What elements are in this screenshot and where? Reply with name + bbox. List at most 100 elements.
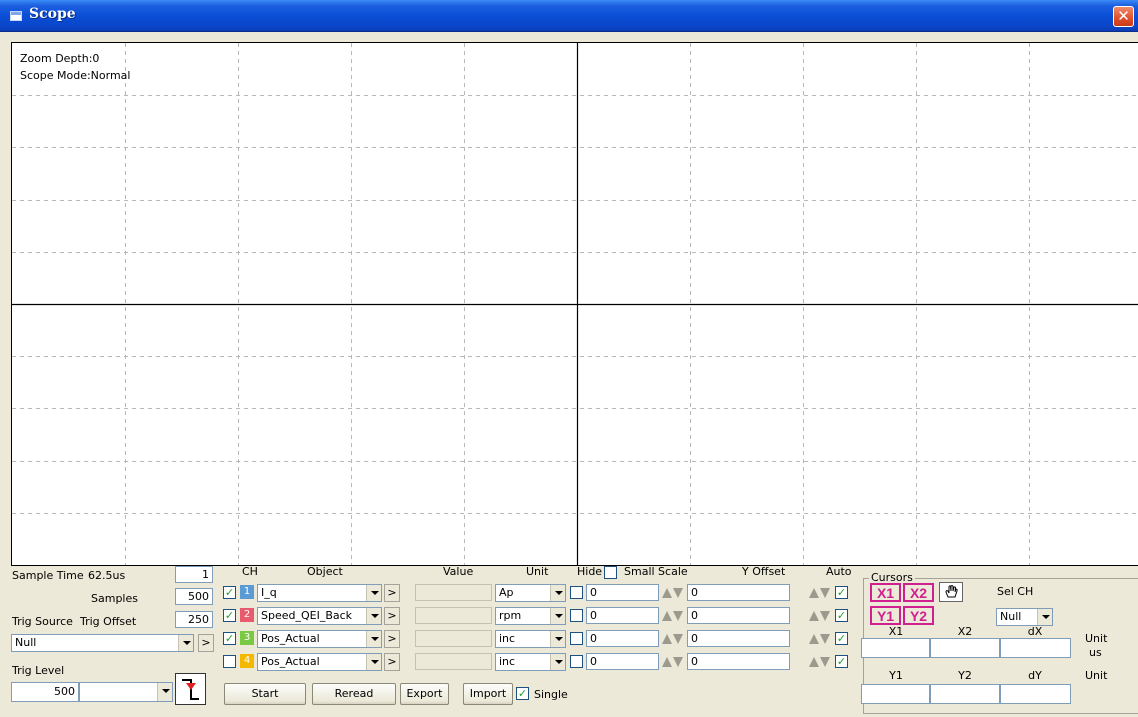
channel-hide-checkbox[interactable]	[570, 609, 583, 622]
channel-unit-select[interactable]: inc	[495, 653, 566, 671]
sample-time-divider-field[interactable]: 1	[175, 566, 213, 583]
chevron-down-icon[interactable]	[366, 608, 381, 624]
channel-unit-select[interactable]: rpm	[495, 607, 566, 625]
arrow-up-icon[interactable]	[809, 588, 819, 598]
single-checkbox[interactable]: ✓	[516, 687, 529, 700]
chevron-down-icon[interactable]	[366, 654, 381, 670]
trig-level-field[interactable]: 500	[11, 682, 79, 702]
start-button[interactable]: Start	[224, 683, 306, 705]
offset-spinner[interactable]	[808, 654, 832, 670]
scale-spinner[interactable]	[661, 654, 685, 670]
hide-header: Hide	[577, 565, 603, 578]
reread-button[interactable]: Reread	[312, 683, 396, 705]
scope-plot-area[interactable]: Zoom Depth:0 Scope Mode:Normal	[11, 42, 1138, 566]
channel-auto-checkbox[interactable]: ✓	[835, 655, 848, 668]
channel-enable-checkbox[interactable]: ✓	[223, 609, 236, 622]
channel-go-button[interactable]: >	[384, 630, 400, 648]
channel-enable-checkbox[interactable]	[223, 655, 236, 668]
channel-y-offset-field[interactable]: 0	[687, 607, 790, 624]
arrow-down-icon[interactable]	[820, 657, 830, 667]
channel-auto-checkbox[interactable]: ✓	[835, 586, 848, 599]
pan-tool-button[interactable]	[939, 582, 963, 602]
channel-y-offset-field[interactable]: 0	[687, 584, 790, 601]
channel-unit-select[interactable]: inc	[495, 630, 566, 648]
scope-mode-label: Scope Mode:Normal	[20, 69, 131, 82]
import-button[interactable]: Import	[463, 683, 513, 705]
small-scale-checkbox[interactable]	[604, 566, 617, 579]
chevron-down-icon[interactable]	[157, 683, 172, 701]
channel-number-badge: 1	[240, 585, 254, 599]
channel-y-offset-field[interactable]: 0	[687, 653, 790, 670]
channel-go-button[interactable]: >	[384, 607, 400, 625]
arrow-down-icon[interactable]	[673, 611, 683, 621]
chevron-down-icon[interactable]	[550, 585, 565, 601]
chevron-down-icon[interactable]	[366, 631, 381, 647]
trig-source-go-button[interactable]: >	[198, 634, 214, 652]
chevron-down-icon[interactable]	[178, 635, 193, 651]
channel-unit-value: inc	[499, 655, 516, 668]
x1-cursor-button[interactable]: X1	[870, 583, 901, 602]
channel-hide-checkbox[interactable]	[570, 632, 583, 645]
trigger-edge-button[interactable]	[175, 673, 206, 705]
arrow-up-icon[interactable]	[662, 588, 672, 598]
channel-enable-checkbox[interactable]: ✓	[223, 632, 236, 645]
arrow-up-icon[interactable]	[809, 634, 819, 644]
chevron-down-icon[interactable]	[550, 608, 565, 624]
channel-go-button[interactable]: >	[384, 653, 400, 671]
sel-ch-select[interactable]: Null	[996, 608, 1053, 626]
arrow-down-icon[interactable]	[673, 588, 683, 598]
channel-object-select[interactable]: Pos_Actual	[257, 653, 382, 671]
samples-field[interactable]: 500	[175, 588, 213, 605]
channel-small-scale-field[interactable]: 0	[586, 607, 659, 624]
channel-enable-checkbox[interactable]: ✓	[223, 586, 236, 599]
channel-hide-checkbox[interactable]	[570, 655, 583, 668]
scale-spinner[interactable]	[661, 608, 685, 624]
scale-spinner[interactable]	[661, 631, 685, 647]
scale-spinner[interactable]	[661, 585, 685, 601]
offset-spinner[interactable]	[808, 608, 832, 624]
arrow-up-icon[interactable]	[809, 657, 819, 667]
arrow-up-icon[interactable]	[809, 611, 819, 621]
channel-unit-select[interactable]: Ap	[495, 584, 566, 602]
offset-spinner[interactable]	[808, 585, 832, 601]
chevron-down-icon[interactable]	[550, 654, 565, 670]
arrow-down-icon[interactable]	[820, 634, 830, 644]
arrow-down-icon[interactable]	[820, 588, 830, 598]
chevron-down-icon[interactable]	[366, 585, 381, 601]
arrow-up-icon[interactable]	[662, 611, 672, 621]
sel-ch-value: Null	[1000, 610, 1022, 623]
trig-offset-label: Trig Offset	[80, 615, 137, 628]
arrow-up-icon[interactable]	[662, 634, 672, 644]
trig-offset-field[interactable]: 250	[175, 611, 213, 628]
channel-auto-checkbox[interactable]: ✓	[835, 632, 848, 645]
arrow-down-icon[interactable]	[673, 634, 683, 644]
channel-object-select[interactable]: Pos_Actual	[257, 630, 382, 648]
trig-level-select[interactable]	[79, 682, 173, 702]
channel-y-offset-field[interactable]: 0	[687, 630, 790, 647]
arrow-down-icon[interactable]	[820, 611, 830, 621]
y1-cursor-button[interactable]: Y1	[870, 606, 901, 625]
chevron-down-icon[interactable]	[1037, 609, 1052, 625]
chevron-down-icon[interactable]	[550, 631, 565, 647]
channel-object-select[interactable]: Speed_QEI_Back	[257, 607, 382, 625]
channel-hide-checkbox[interactable]	[570, 586, 583, 599]
channel-number-badge: 2	[240, 608, 254, 622]
channel-object-select[interactable]: I_q	[257, 584, 382, 602]
x2-cursor-button[interactable]: X2	[903, 583, 934, 602]
x-unit-label: Unit	[1085, 632, 1108, 645]
close-button[interactable]: ✕	[1113, 6, 1134, 27]
channel-small-scale-field[interactable]: 0	[586, 630, 659, 647]
y2-cursor-button[interactable]: Y2	[903, 606, 934, 625]
channel-small-scale-field[interactable]: 0	[586, 653, 659, 670]
channel-small-scale-field[interactable]: 0	[586, 584, 659, 601]
channel-go-button[interactable]: >	[384, 584, 400, 602]
trig-source-select[interactable]: Null	[11, 634, 194, 652]
arrow-up-icon[interactable]	[662, 657, 672, 667]
arrow-down-icon[interactable]	[673, 657, 683, 667]
title-bar[interactable]: Scope ✕	[0, 0, 1138, 32]
y1-header: Y1	[889, 669, 903, 682]
offset-spinner[interactable]	[808, 631, 832, 647]
dy-header: dY	[1028, 669, 1042, 682]
channel-auto-checkbox[interactable]: ✓	[835, 609, 848, 622]
export-button[interactable]: Export	[400, 683, 449, 705]
